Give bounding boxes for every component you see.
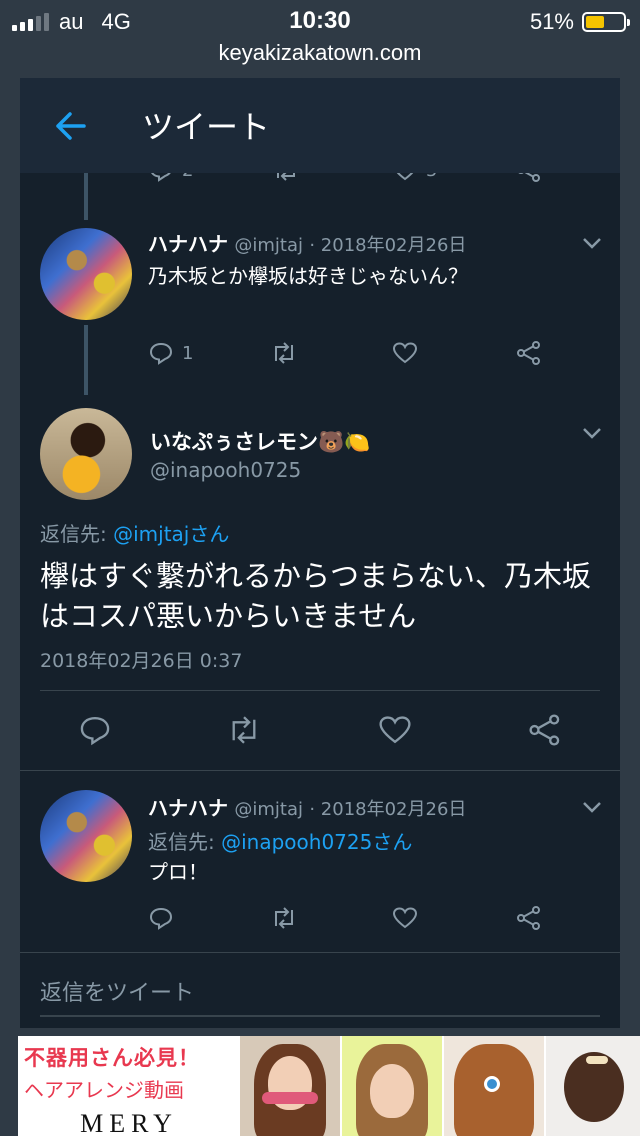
handle[interactable]: @inapooh0725: [150, 458, 301, 482]
ad-banner[interactable]: 不器用さん必見！ ヘアアレンジ動画 MERY: [18, 1036, 640, 1136]
main-tweet-actions: [20, 714, 620, 754]
reply-button[interactable]: [78, 714, 112, 746]
retweet-icon: [275, 342, 293, 364]
status-right: 51%: [529, 9, 630, 35]
chevron-down-icon[interactable]: [581, 236, 603, 250]
back-arrow-icon[interactable]: [50, 106, 90, 146]
tweet-timestamp: 2018年02月26日 0:37: [40, 650, 243, 672]
tweet-actions: [20, 906, 620, 946]
share-icon: [529, 714, 560, 746]
avatar[interactable]: [40, 790, 132, 882]
ad-photo[interactable]: [240, 1036, 340, 1136]
reply-icon: [80, 717, 110, 746]
reply-to-link[interactable]: @imjtajさん: [113, 522, 229, 546]
tweet-date: · 2018年02月26日: [309, 799, 467, 820]
reply-input-placeholder[interactable]: 返信をツイート: [40, 975, 194, 1007]
ad-headline: 不器用さん必見！: [24, 1046, 200, 1070]
reply-button[interactable]: 1: [148, 341, 193, 365]
reply-composer[interactable]: 返信をツイート: [20, 953, 620, 1028]
battery-percent: 51%: [529, 9, 574, 34]
header: ツイート: [20, 78, 620, 173]
tweet-text: 欅はすぐ繋がれるからつまらない、乃木坂はコスパ悪いからいきません: [40, 559, 592, 633]
avatar[interactable]: [40, 228, 132, 320]
like-button[interactable]: [392, 906, 418, 930]
reply-context: 返信先: @imjtajさん: [40, 518, 229, 547]
reply-button[interactable]: [148, 906, 174, 930]
reply-count: 1: [182, 342, 194, 364]
tweet-view: 2 5 ツイート ハナハナ @imjtaj · 2018年02月26日 乃木坂と…: [20, 78, 620, 1028]
display-name[interactable]: いなぷぅさレモン🐻🍋: [150, 426, 370, 456]
heart-icon: [392, 907, 418, 929]
ad-subheadline: ヘアアレンジ動画: [24, 1078, 184, 1102]
reply-icon: [149, 342, 173, 365]
share-button[interactable]: [516, 341, 542, 365]
reply-label: 返信先:: [148, 830, 215, 854]
chevron-down-icon[interactable]: [581, 800, 603, 814]
avatar[interactable]: [40, 408, 132, 500]
handle: @imjtaj: [234, 235, 303, 256]
ad-photo[interactable]: [342, 1036, 442, 1136]
url-bar[interactable]: keyakizakatown.com: [0, 40, 640, 78]
ad-copy[interactable]: 不器用さん必見！ ヘアアレンジ動画 MERY: [24, 1042, 234, 1136]
display-name: ハナハナ: [148, 232, 228, 256]
ad-brand-logo: MERY: [80, 1109, 178, 1136]
retweet-button[interactable]: [226, 714, 262, 746]
tweet-actions: 1: [20, 341, 620, 381]
reply-context: 返信先: @inapooh0725さん: [148, 826, 412, 855]
tweet-author[interactable]: ハナハナ @imjtaj · 2018年02月26日: [148, 228, 466, 257]
share-icon: [517, 341, 540, 365]
battery-icon: [582, 12, 630, 32]
status-bar: au 4G 10:30 51%: [0, 0, 640, 42]
like-button[interactable]: [392, 341, 418, 365]
tweet-author[interactable]: ハナハナ @imjtaj · 2018年02月26日: [148, 792, 466, 821]
retweet-icon: [232, 716, 256, 744]
share-icon: [517, 906, 540, 930]
retweet-icon: [275, 907, 293, 929]
reply-underline: [40, 1015, 600, 1017]
reply-icon: [149, 907, 173, 930]
retweet-button[interactable]: [270, 341, 298, 365]
tweet-text: プロ！: [148, 860, 208, 884]
handle: @imjtaj: [234, 799, 303, 820]
display-name: ハナハナ: [148, 796, 228, 820]
reply-to-link[interactable]: @inapooh0725さん: [221, 830, 412, 854]
share-button[interactable]: [516, 906, 542, 930]
reply-label: 返信先:: [40, 522, 107, 546]
heart-icon: [392, 342, 418, 364]
divider: [20, 770, 620, 771]
retweet-button[interactable]: [270, 906, 298, 930]
divider: [40, 690, 600, 691]
tweet-date: · 2018年02月26日: [309, 235, 467, 256]
tweet-text: 乃木坂とか欅坂は好きじゃないん？: [148, 264, 468, 288]
ad-photo[interactable]: [444, 1036, 544, 1136]
page-title: ツイート: [142, 108, 271, 146]
ad-photo[interactable]: [546, 1036, 640, 1136]
like-button[interactable]: [378, 714, 412, 746]
chevron-down-icon[interactable]: [581, 426, 603, 440]
share-button[interactable]: [528, 714, 562, 746]
heart-icon: [379, 716, 411, 744]
